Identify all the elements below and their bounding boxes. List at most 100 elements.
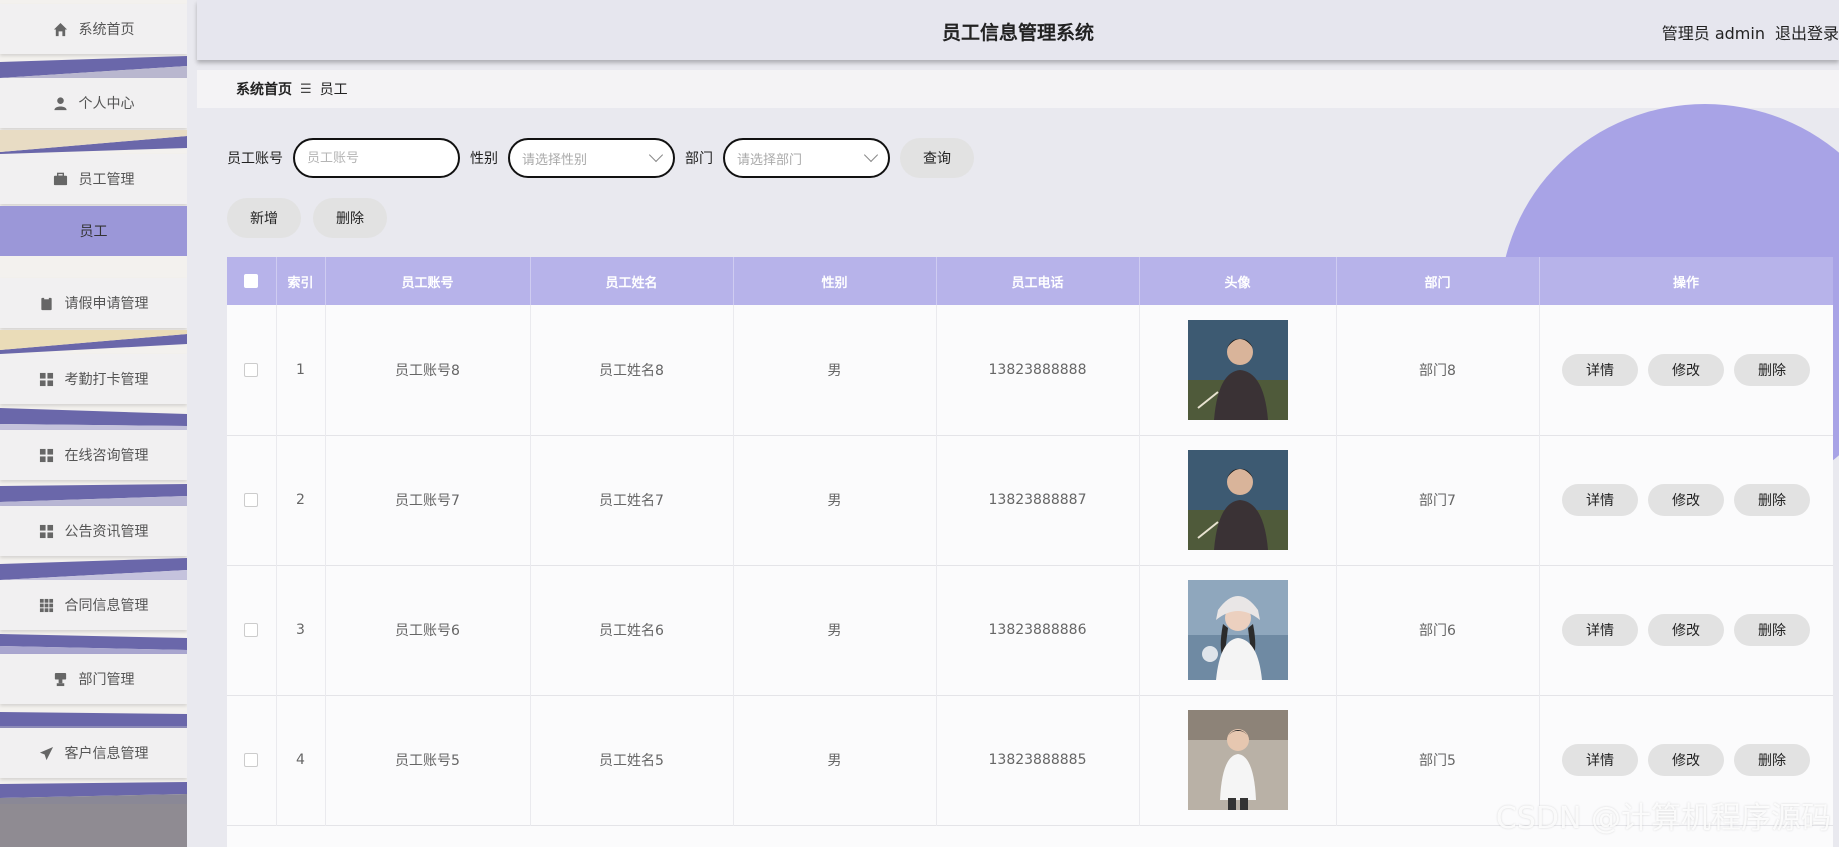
table-row: 1 员工账号8 员工姓名8 男 13823888888 部门8 详情 修改 删除 <box>227 305 1833 435</box>
detail-button[interactable]: 详情 <box>1562 744 1638 776</box>
column-header: 索引 <box>276 257 326 305</box>
detail-button[interactable]: 详情 <box>1562 484 1638 516</box>
grid-icon <box>39 447 55 463</box>
account-label: 员工账号 <box>227 151 283 167</box>
dept-select[interactable]: 请选择部门 <box>723 138 890 178</box>
sidebar-item-contract[interactable]: 合同信息管理 <box>0 580 187 630</box>
sidebar-divider <box>0 706 187 730</box>
sidebar-item-profile[interactable]: 个人中心 <box>0 78 187 128</box>
logout-link[interactable]: 退出登录 <box>1775 20 1839 44</box>
detail-button[interactable]: 详情 <box>1562 614 1638 646</box>
sidebar-subitem-label: 员工 <box>79 224 108 240</box>
sidebar-item-label: 考勤打卡管理 <box>64 372 149 388</box>
chevron-down-icon <box>648 147 664 163</box>
dept-select-placeholder: 请选择部门 <box>737 152 803 168</box>
row-checkbox[interactable] <box>244 493 259 507</box>
detail-button[interactable]: 详情 <box>1562 353 1638 386</box>
search-form: 员工账号 性别 请选择性别 部门 请选择部门 查询 <box>227 138 974 178</box>
sidebar-item-label: 请假申请管理 <box>64 296 149 312</box>
sidebar-item-notice[interactable]: 公告资讯管理 <box>0 506 187 556</box>
grid-icon <box>39 523 55 539</box>
column-header: 头像 <box>1139 257 1337 305</box>
row-actions: 详情 修改 删除 <box>1540 353 1833 386</box>
sidebar-subitem-employee[interactable]: 员工 <box>0 206 187 256</box>
watermark: CSDN @计算机程序源码 <box>1495 801 1831 836</box>
sidebar-divider <box>0 558 187 582</box>
name-cell: 员工姓名6 <box>530 565 734 695</box>
avatar <box>1187 319 1288 420</box>
edit-button[interactable]: 修改 <box>1648 484 1724 516</box>
sidebar-item-label: 公告资讯管理 <box>64 524 149 540</box>
table-row: 3 员工账号6 员工姓名6 男 13823888886 部门6 详情 修改 删除 <box>227 565 1833 695</box>
dept-cell: 部门8 <box>1336 305 1540 435</box>
gender-select[interactable]: 请选择性别 <box>508 138 675 178</box>
send-icon <box>39 745 55 761</box>
avatar <box>1187 710 1288 810</box>
sidebar-item-label: 部门管理 <box>78 672 135 688</box>
sidebar-item-label: 系统首页 <box>78 22 135 38</box>
name-cell: 员工姓名5 <box>530 695 734 825</box>
sidebar-item-employee-management[interactable]: 员工管理 <box>0 154 187 204</box>
sidebar-item-department[interactable]: 部门管理 <box>0 654 187 704</box>
column-header: 员工电话 <box>936 257 1140 305</box>
sidebar-item-home[interactable]: 系统首页 <box>0 4 187 54</box>
avatar <box>1187 450 1288 550</box>
gender-cell: 男 <box>733 435 937 565</box>
sidebar-footer-background <box>0 804 187 847</box>
column-header: 性别 <box>733 257 937 305</box>
batch-delete-button[interactable]: 删除 <box>313 198 387 238</box>
row-checkbox[interactable] <box>244 362 259 377</box>
briefcase-icon <box>53 171 69 187</box>
sidebar-item-label: 合同信息管理 <box>64 598 149 614</box>
edit-button[interactable]: 修改 <box>1648 614 1724 646</box>
avatar <box>1187 580 1288 680</box>
top-header: 员工信息管理系统 管理员 admin 退出登录 <box>197 0 1839 60</box>
edit-button[interactable]: 修改 <box>1648 744 1724 776</box>
sidebar-item-consult[interactable]: 在线咨询管理 <box>0 430 187 480</box>
column-header: 部门 <box>1336 257 1540 305</box>
query-button[interactable]: 查询 <box>900 138 974 178</box>
row-checkbox[interactable] <box>244 623 259 637</box>
row-actions: 详情 修改 删除 <box>1540 744 1833 776</box>
action-bar: 新增 删除 <box>227 198 387 238</box>
delete-button[interactable]: 删除 <box>1734 484 1810 516</box>
index-cell: 4 <box>276 695 326 825</box>
home-icon <box>53 21 69 37</box>
sidebar-item-leave[interactable]: 请假申请管理 <box>0 278 187 328</box>
row-actions: 详情 修改 删除 <box>1540 484 1833 516</box>
sidebar-item-label: 客户信息管理 <box>64 746 149 762</box>
phone-cell: 13823888887 <box>936 435 1140 565</box>
gender-select-placeholder: 请选择性别 <box>522 152 588 168</box>
sidebar-divider <box>0 482 187 506</box>
add-button[interactable]: 新增 <box>227 198 301 238</box>
sidebar-divider <box>0 130 187 154</box>
app-title: 员工信息管理系统 <box>941 22 1094 44</box>
select-all-checkbox[interactable] <box>244 274 259 288</box>
gender-label: 性别 <box>470 151 498 167</box>
row-actions: 详情 修改 删除 <box>1540 614 1833 646</box>
sidebar-divider <box>0 632 187 656</box>
column-header: 员工姓名 <box>530 257 734 305</box>
dept-cell: 部门7 <box>1336 435 1540 565</box>
chevron-down-icon <box>863 147 879 163</box>
select-all-cell <box>227 257 277 305</box>
row-checkbox[interactable] <box>244 753 259 767</box>
sidebar-item-attendance[interactable]: 考勤打卡管理 <box>0 354 187 404</box>
dept-cell: 部门6 <box>1336 565 1540 695</box>
apps-icon <box>39 597 55 613</box>
delete-button[interactable]: 删除 <box>1734 353 1810 386</box>
edit-button[interactable]: 修改 <box>1648 353 1724 386</box>
name-cell: 员工姓名8 <box>530 305 734 435</box>
account-search-input[interactable] <box>293 138 460 178</box>
user-role-name: 管理员 admin <box>1661 24 1765 43</box>
gender-cell: 男 <box>733 695 937 825</box>
delete-button[interactable]: 删除 <box>1734 614 1810 646</box>
sidebar-item-customer[interactable]: 客户信息管理 <box>0 728 187 778</box>
delete-button[interactable]: 删除 <box>1734 744 1810 776</box>
user-area: 管理员 admin 退出登录 <box>1662 20 1839 44</box>
account-cell: 员工账号8 <box>325 305 531 435</box>
sidebar: 系统首页 个人中心 员工管理 员工 请假申请管理 考勤打卡管理 在线咨询管理 公… <box>0 0 187 847</box>
user-icon <box>53 95 69 111</box>
breadcrumb-home[interactable]: 系统首页 <box>236 79 292 99</box>
account-cell: 员工账号7 <box>325 435 531 565</box>
